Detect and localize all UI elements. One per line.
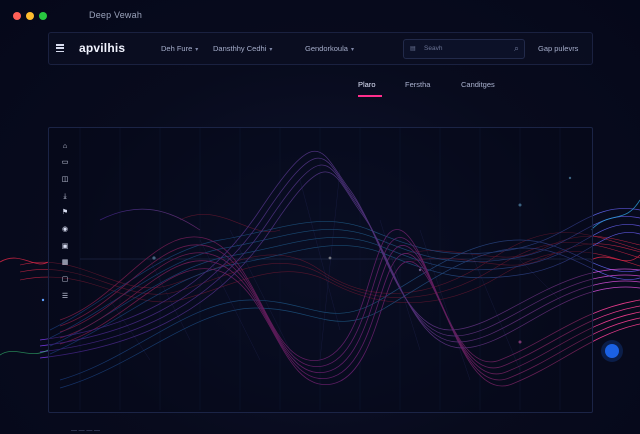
location-icon[interactable]: ◉: [60, 225, 70, 235]
download-icon[interactable]: ⤓: [60, 192, 70, 202]
app-window: Deep Vewah apvilhis Deh Fure ▾ Dansthhy C…: [0, 0, 640, 434]
message-icon[interactable]: ▢: [60, 275, 70, 285]
visualization-panel: [48, 127, 593, 413]
layers-icon[interactable]: ◫: [60, 175, 70, 185]
home-icon[interactable]: ⌂: [60, 142, 70, 152]
footer-caption: — — — —: [71, 428, 101, 434]
sliders-icon[interactable]: ☰: [60, 292, 70, 302]
flag-icon[interactable]: ⚑: [60, 208, 70, 218]
panel-toolbar: ⌂ ▭ ◫ ⤓ ⚑ ◉ ▣ ▦ ▢ ☰: [60, 142, 74, 312]
folder-icon[interactable]: ▭: [60, 158, 70, 168]
lock-icon[interactable]: ▣: [60, 242, 70, 252]
grid-icon[interactable]: ▦: [60, 258, 70, 268]
